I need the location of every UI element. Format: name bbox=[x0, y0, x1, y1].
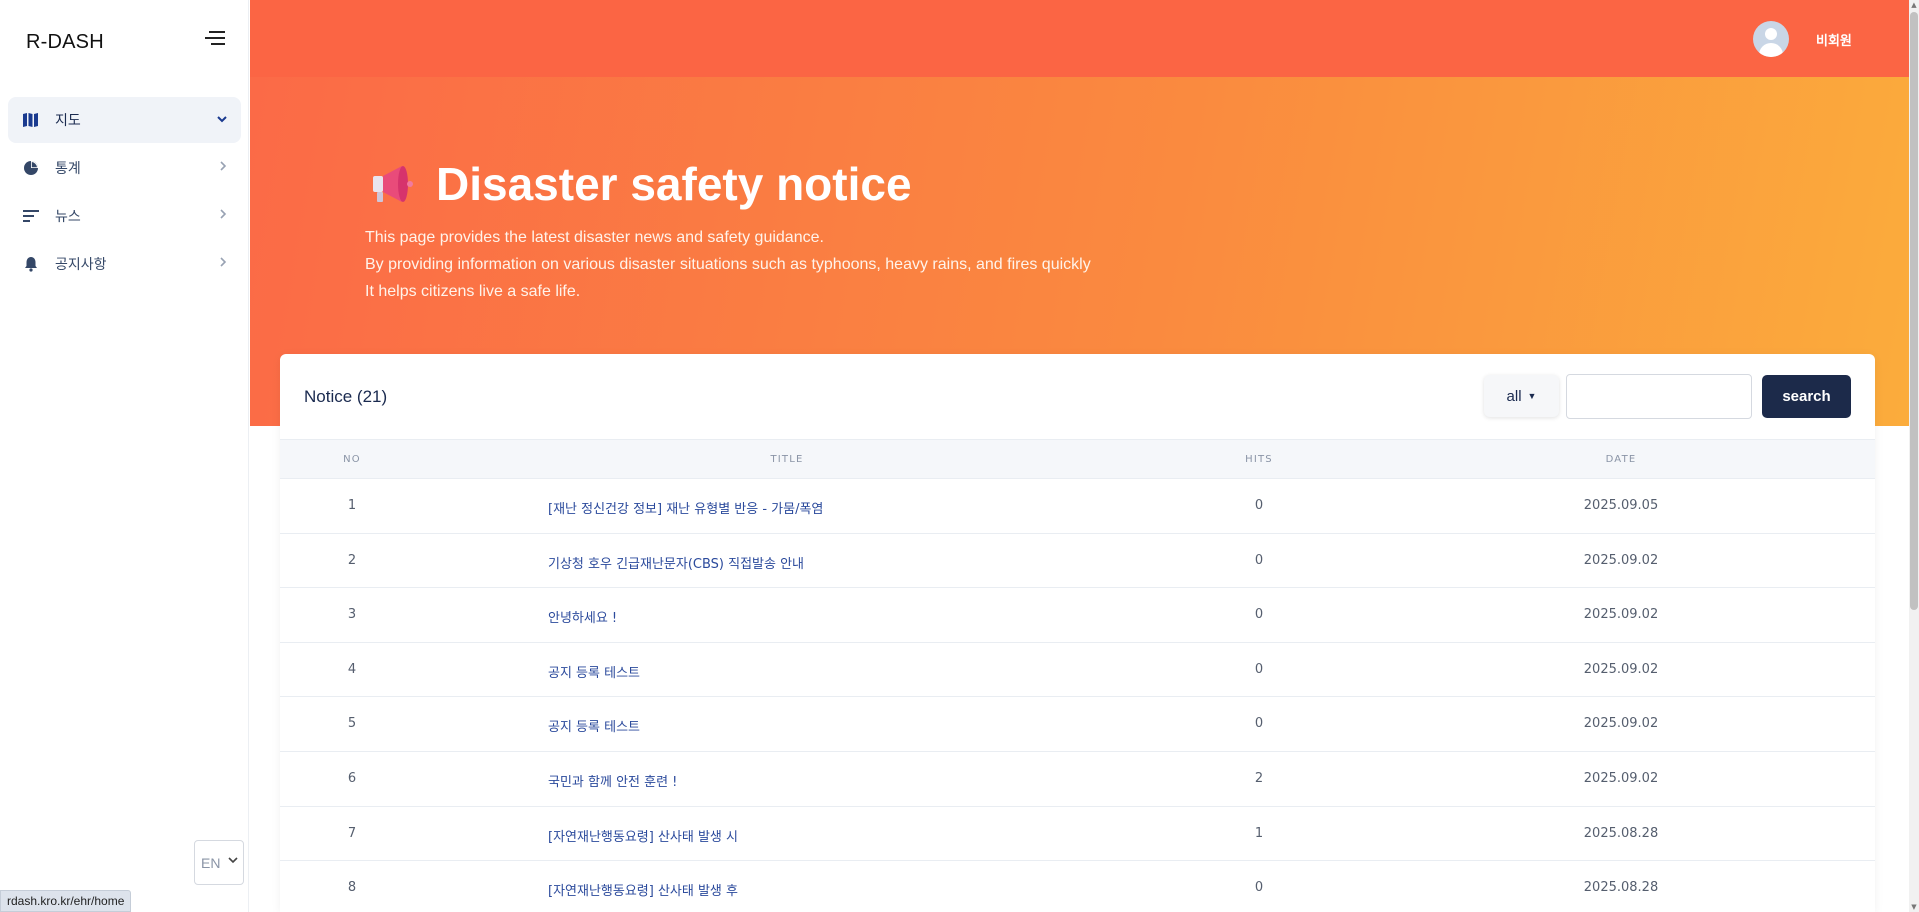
page-title: Disaster safety notice bbox=[370, 157, 912, 211]
cell-hits: 0 bbox=[1254, 716, 1264, 732]
topbar: 비회원 bbox=[250, 0, 1909, 77]
table-row[interactable]: 8 [자연재난행동요령] 산사태 발생 후 0 2025.08.28 bbox=[280, 861, 1875, 912]
table-row[interactable]: 7 [자연재난행동요령] 산사태 발생 시 1 2025.08.28 bbox=[280, 807, 1875, 862]
brand-logo[interactable]: R-DASH bbox=[26, 31, 104, 54]
filter-dropdown[interactable]: all ▼ bbox=[1484, 375, 1559, 417]
hero-desc-line: This page provides the latest disaster n… bbox=[365, 229, 824, 246]
notice-card: Notice (21) all ▼ search NO TITLE HITS D… bbox=[280, 354, 1875, 912]
chevron-down-icon bbox=[217, 112, 227, 126]
app-root: R-DASH 지도 통계 뉴스 공지사항 EN 비회원 Disaster saf… bbox=[0, 0, 1919, 912]
sidebar-item-label: 통계 bbox=[55, 161, 81, 177]
chevron-right-icon bbox=[219, 160, 227, 174]
cell-title-link[interactable]: 안녕하세요 ! bbox=[548, 607, 617, 626]
table-row[interactable]: 6 국민과 함께 안전 훈련 ! 2 2025.09.02 bbox=[280, 752, 1875, 807]
cell-date: 2025.09.05 bbox=[1583, 498, 1659, 513]
map-icon bbox=[22, 111, 40, 129]
table-row[interactable]: 2 기상청 호우 긴급재난문자(CBS) 직접발송 안내 0 2025.09.02 bbox=[280, 534, 1875, 589]
sidebar: R-DASH 지도 통계 뉴스 공지사항 EN bbox=[0, 0, 249, 912]
cell-title-link[interactable]: 공지 등록 테스트 bbox=[548, 662, 640, 681]
language-value: EN bbox=[201, 854, 221, 871]
column-header-date[interactable]: DATE bbox=[1606, 454, 1637, 465]
notice-title: Notice (21) bbox=[304, 387, 388, 406]
table-row[interactable]: 1 [재난 정신건강 정보] 재난 유형별 반응 - 가뭄/폭염 0 2025.09.… bbox=[280, 479, 1875, 534]
search-button[interactable]: search bbox=[1762, 375, 1851, 418]
cell-title-link[interactable]: [자연재난행동요령] 산사태 발생 시 bbox=[548, 826, 738, 845]
table-row[interactable]: 3 안녕하세요 ! 0 2025.09.02 bbox=[280, 588, 1875, 643]
page-scrollbar[interactable]: ▲ ▼ bbox=[1909, 0, 1919, 912]
sidebar-item-statistics[interactable]: 통계 bbox=[8, 145, 241, 191]
status-bar-url: rdash.kro.kr/ehr/home bbox=[0, 890, 132, 912]
cell-no: 6 bbox=[347, 770, 357, 786]
language-select[interactable]: EN bbox=[194, 840, 244, 885]
cell-no: 2 bbox=[347, 552, 357, 568]
cell-hits: 2 bbox=[1254, 770, 1264, 786]
caret-down-icon: ▼ bbox=[1527, 391, 1537, 401]
notice-table: NO TITLE HITS DATE 1 [재난 정신건강 정보] 재난 유형별 … bbox=[280, 439, 1875, 912]
sidebar-item-news[interactable]: 뉴스 bbox=[8, 193, 241, 239]
sidebar-item-map[interactable]: 지도 bbox=[8, 97, 241, 143]
user-name[interactable]: 비회원 bbox=[1816, 30, 1852, 49]
cell-no: 4 bbox=[347, 661, 357, 677]
cell-no: 1 bbox=[347, 498, 357, 513]
bell-icon bbox=[22, 255, 40, 273]
table-row[interactable]: 5 공지 등록 테스트 0 2025.09.02 bbox=[280, 697, 1875, 752]
cell-date: 2025.09.02 bbox=[1583, 607, 1659, 623]
cell-date: 2025.09.02 bbox=[1583, 716, 1659, 732]
table-body: 1 [재난 정신건강 정보] 재난 유형별 반응 - 가뭄/폭염 0 2025.09.… bbox=[280, 479, 1875, 912]
cell-hits: 0 bbox=[1254, 661, 1264, 677]
cell-no: 5 bbox=[347, 716, 357, 732]
news-icon bbox=[22, 207, 40, 225]
sidebar-item-label: 지도 bbox=[55, 113, 81, 129]
cell-hits: 1 bbox=[1254, 825, 1264, 841]
hero-title-text: Disaster safety notice bbox=[436, 158, 912, 210]
scroll-down-icon[interactable]: ▼ bbox=[1910, 903, 1918, 911]
hero-desc-line: It helps citizens live a safe life. bbox=[365, 283, 581, 300]
scroll-up-icon[interactable]: ▲ bbox=[1910, 1, 1918, 9]
chevron-down-icon bbox=[228, 855, 238, 867]
cell-date: 2025.08.28 bbox=[1583, 880, 1659, 896]
column-header-hits[interactable]: HITS bbox=[1245, 454, 1273, 465]
cell-no: 8 bbox=[347, 880, 357, 896]
cell-date: 2025.09.02 bbox=[1583, 770, 1659, 786]
cell-date: 2025.09.02 bbox=[1583, 552, 1659, 568]
cell-no: 7 bbox=[347, 825, 357, 841]
cell-date: 2025.08.28 bbox=[1583, 825, 1659, 841]
table-header: NO TITLE HITS DATE bbox=[280, 439, 1875, 479]
chevron-right-icon bbox=[219, 208, 227, 222]
cell-hits: 0 bbox=[1254, 880, 1264, 896]
chevron-right-icon bbox=[219, 256, 227, 270]
cell-hits: 0 bbox=[1254, 498, 1264, 513]
column-header-no[interactable]: NO bbox=[343, 454, 361, 465]
hero-desc-line: By providing information on various disa… bbox=[365, 256, 1091, 273]
cell-hits: 0 bbox=[1254, 607, 1264, 623]
sidebar-nav: 지도 통계 뉴스 공지사항 bbox=[8, 97, 241, 289]
cell-hits: 0 bbox=[1254, 552, 1264, 568]
pie-chart-icon bbox=[22, 159, 40, 177]
hero-description: This page provides the latest disaster n… bbox=[365, 224, 1091, 305]
megaphone-icon bbox=[370, 162, 418, 206]
cell-title-link[interactable]: [재난 정신건강 정보] 재난 유형별 반응 - 가뭄/폭염 bbox=[548, 498, 823, 517]
cell-title-link[interactable]: 국민과 함께 안전 훈련 ! bbox=[548, 771, 677, 790]
filter-value: all bbox=[1506, 387, 1522, 405]
column-header-title[interactable]: TITLE bbox=[770, 454, 803, 465]
cell-date: 2025.09.02 bbox=[1583, 661, 1659, 677]
cell-title-link[interactable]: 공지 등록 테스트 bbox=[548, 716, 640, 735]
scroll-thumb[interactable] bbox=[1910, 12, 1918, 610]
table-row[interactable]: 4 공지 등록 테스트 0 2025.09.02 bbox=[280, 643, 1875, 698]
sidebar-item-label: 뉴스 bbox=[55, 209, 81, 225]
sidebar-item-label: 공지사항 bbox=[55, 257, 107, 273]
sidebar-item-notice[interactable]: 공지사항 bbox=[8, 241, 241, 287]
search-input[interactable] bbox=[1566, 374, 1752, 419]
cell-no: 3 bbox=[347, 607, 357, 623]
avatar[interactable] bbox=[1753, 21, 1789, 57]
cell-title-link[interactable]: [자연재난행동요령] 산사태 발생 후 bbox=[548, 880, 738, 899]
cell-title-link[interactable]: 기상청 호우 긴급재난문자(CBS) 직접발송 안내 bbox=[548, 553, 804, 572]
menu-toggle-icon[interactable] bbox=[205, 31, 225, 47]
